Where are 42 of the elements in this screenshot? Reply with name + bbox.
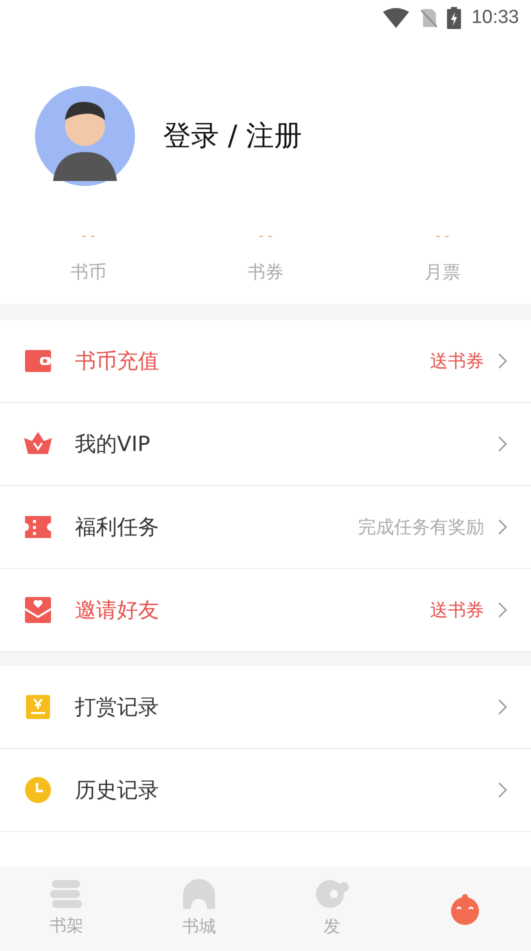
- mascot-icon: [448, 892, 481, 924]
- wifi-icon: [383, 8, 410, 28]
- menu-label: 打赏记录: [75, 694, 160, 721]
- status-time: 10:33: [471, 7, 519, 29]
- chevron-right-icon: [498, 699, 507, 715]
- avatar[interactable]: [35, 86, 135, 186]
- creature-head-icon: [314, 879, 350, 909]
- menu-label: 书币充值: [75, 348, 160, 375]
- menu-row[interactable]: 打赏记录: [0, 666, 531, 749]
- menu-row[interactable]: 历史记录: [0, 749, 531, 832]
- no-sim-icon: [419, 8, 438, 28]
- chevron-right-icon: [498, 782, 507, 798]
- stat-label: 书币: [70, 261, 106, 284]
- stat-value: - -: [258, 229, 272, 244]
- chevron-right-icon: [498, 436, 507, 452]
- book-stack-icon: [50, 880, 82, 908]
- menu-row[interactable]: 邀请好友 送书券: [0, 569, 531, 652]
- yen-receipt-icon: [24, 695, 52, 719]
- stat-label: 月票: [424, 261, 460, 284]
- menu-note: 送书券: [430, 599, 484, 622]
- chevron-right-icon: [498, 602, 507, 618]
- menu-row[interactable]: 书币充值 送书券: [0, 320, 531, 403]
- stat-value: - -: [436, 229, 450, 244]
- stat-label: 书券: [248, 261, 284, 284]
- menu-label: 我的VIP: [75, 431, 152, 458]
- clock-icon: [24, 777, 52, 803]
- menu-note: 完成任务有奖励: [358, 516, 484, 539]
- crown-icon: [24, 432, 52, 456]
- menu-label: 邀请好友: [75, 597, 160, 624]
- chevron-right-icon: [498, 519, 507, 535]
- stat-value: - -: [82, 229, 96, 244]
- ticket-icon: [24, 515, 52, 539]
- chevron-right-icon: [498, 353, 507, 369]
- menu-row[interactable]: 福利任务 完成任务有奖励: [0, 486, 531, 569]
- wallet-icon: [24, 349, 52, 373]
- login-register-link[interactable]: 登录 / 注册: [163, 117, 302, 155]
- menu-note: 送书券: [430, 350, 484, 373]
- battery-icon: [447, 7, 462, 29]
- menu-row[interactable]: 我的VIP: [0, 403, 531, 486]
- menu-label: 福利任务: [75, 514, 160, 541]
- dome-icon: [183, 879, 216, 909]
- menu-label: 历史记录: [75, 777, 160, 804]
